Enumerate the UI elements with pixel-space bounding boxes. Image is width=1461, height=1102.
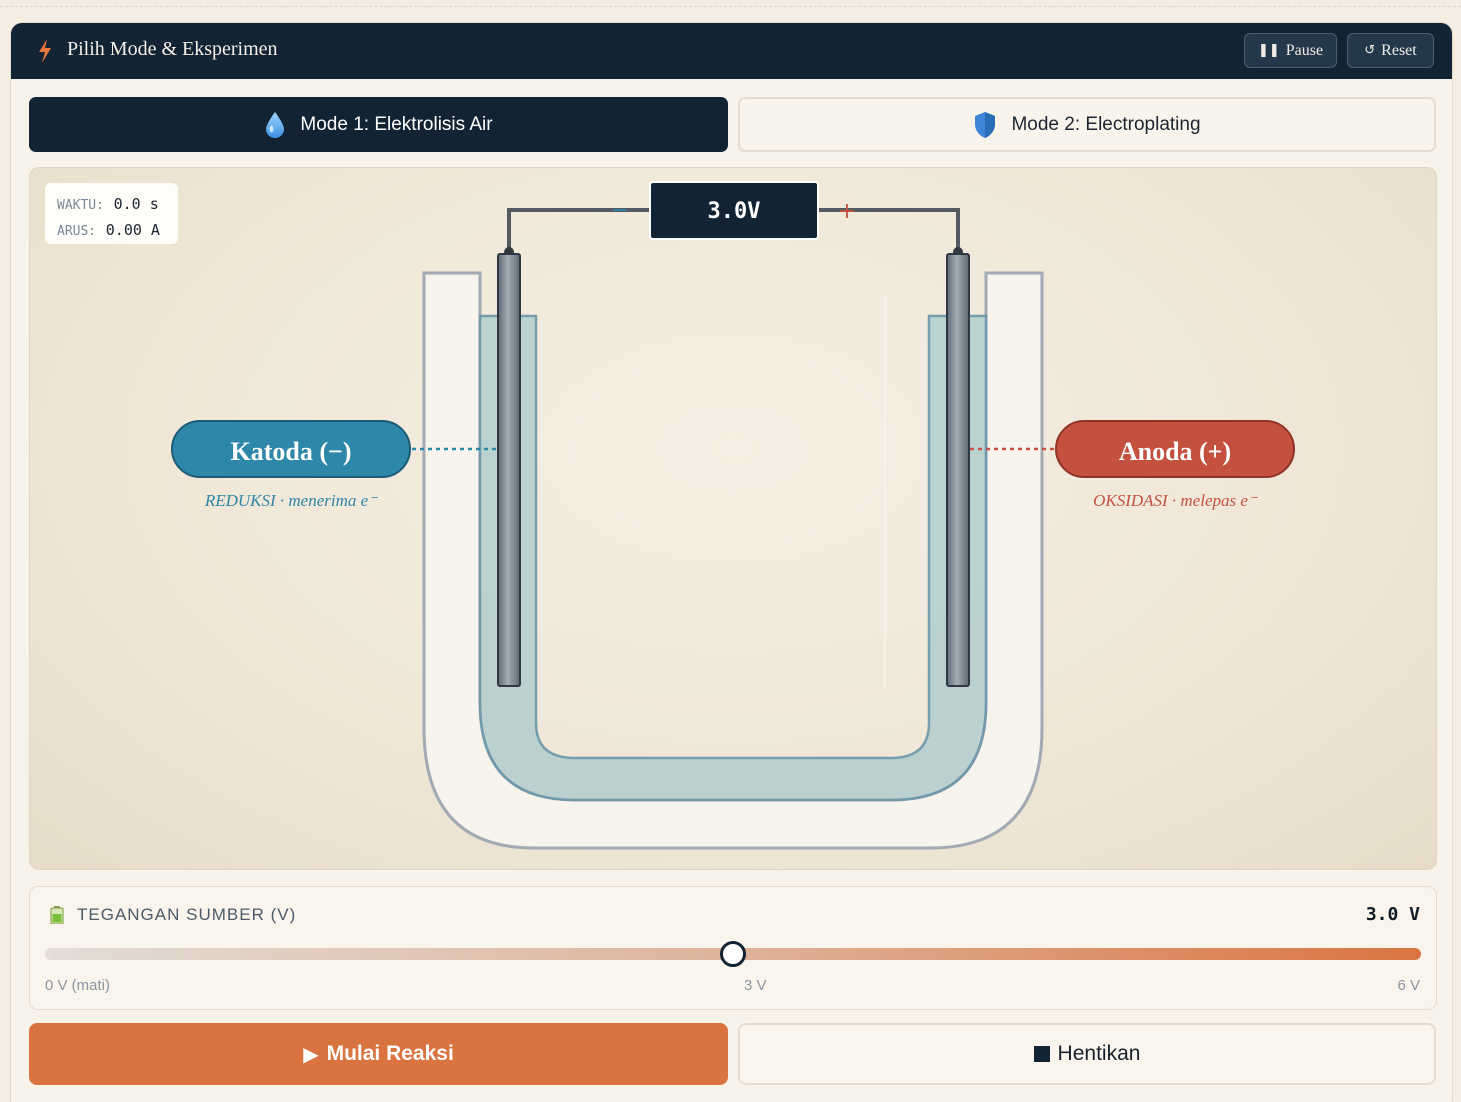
mode-1-label: Mode 1: Elektrolisis Air xyxy=(300,113,493,135)
voltage-value: 3.0 V xyxy=(1365,904,1420,925)
tick-mid: 3 V xyxy=(744,977,767,994)
play-icon: ▶ xyxy=(303,1042,319,1066)
voltage-slider-card: TEGANGAN SUMBER (V) 3.0 V 0 V (mati) 3 V… xyxy=(29,886,1437,1010)
lightning-icon xyxy=(39,39,51,63)
simulation-stage: 3.0V − + Katoda (−) REDUKSI · menerima e… xyxy=(29,167,1437,870)
stop-label: Hentikan xyxy=(1057,1042,1141,1065)
battery-icon xyxy=(50,906,64,924)
readout-panel: WAKTU: 0.0 s ARUS: 0.00 A xyxy=(45,183,178,244)
mode-2-label: Mode 2: Electroplating xyxy=(1011,113,1201,135)
reset-label: Reset xyxy=(1381,41,1417,59)
voltage-slider-thumb[interactable] xyxy=(720,941,746,967)
start-reaction-button[interactable]: ▶ Mulai Reaksi xyxy=(29,1023,728,1085)
water-drop-icon xyxy=(266,111,285,138)
experiment-panel: Pilih Mode & Eksperimen ❚❚ Pause ↺ Reset… xyxy=(10,22,1453,1102)
start-label: Mulai Reaksi xyxy=(326,1042,454,1065)
electrolysis-diagram: 3.0V − + Katoda (−) REDUKSI · menerima e… xyxy=(171,181,1295,850)
anode-label: Anoda (+) xyxy=(1119,437,1231,466)
plus-sign: + xyxy=(838,199,856,224)
reset-icon: ↺ xyxy=(1364,43,1376,58)
anode-description: OKSIDASI · melepas e⁻ xyxy=(1093,491,1259,510)
cathode-wire xyxy=(507,208,652,252)
panel-header: Pilih Mode & Eksperimen ❚❚ Pause ↺ Reset xyxy=(11,23,1452,79)
current-label: ARUS: xyxy=(57,224,97,239)
reset-button[interactable]: ↺ Reset xyxy=(1347,33,1434,68)
stop-icon xyxy=(1033,1046,1050,1062)
tick-max: 6 V xyxy=(1397,977,1420,994)
stop-button[interactable]: Hentikan xyxy=(738,1023,1436,1085)
anode-electrode xyxy=(946,253,970,687)
voltage-display: 3.0V xyxy=(708,199,761,224)
time-label: WAKTU: xyxy=(57,198,104,213)
mode-2-button[interactable]: Mode 2: Electroplating xyxy=(738,97,1436,152)
electrolyte-liquid xyxy=(478,314,988,802)
pause-icon: ❚❚ xyxy=(1257,43,1280,58)
shield-icon xyxy=(975,111,996,138)
minus-sign: − xyxy=(611,198,629,223)
top-divider xyxy=(0,6,1461,7)
cathode-label: Katoda (−) xyxy=(231,437,352,466)
pause-button[interactable]: ❚❚ Pause xyxy=(1244,33,1337,68)
cathode-description: REDUKSI · menerima e⁻ xyxy=(204,491,379,510)
mode-1-button[interactable]: Mode 1: Elektrolisis Air xyxy=(29,97,728,152)
time-value: 0.0 s xyxy=(113,195,159,213)
current-value: 0.00 A xyxy=(105,221,160,239)
tick-min: 0 V (mati) xyxy=(45,977,111,994)
voltage-label: TEGANGAN SUMBER (V) xyxy=(77,905,297,924)
panel-title: Pilih Mode & Eksperimen xyxy=(67,38,278,60)
cathode-electrode xyxy=(497,253,521,687)
pause-label: Pause xyxy=(1285,41,1324,59)
